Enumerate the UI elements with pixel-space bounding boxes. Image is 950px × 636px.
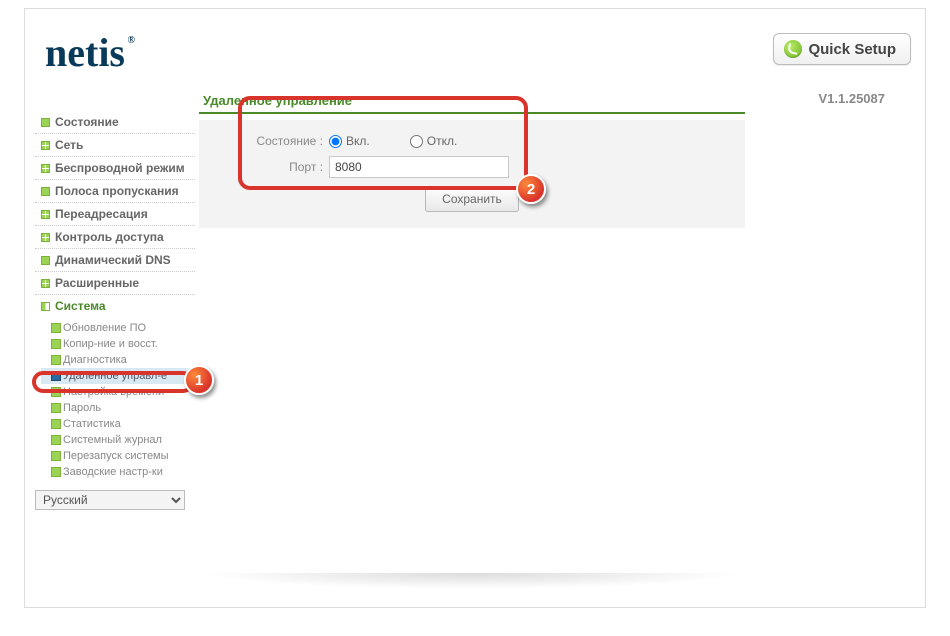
port-input[interactable]: [329, 156, 509, 178]
sidebar-sub-diagnostics[interactable]: Диагностика: [41, 352, 191, 368]
quick-setup-label: Quick Setup: [808, 41, 896, 58]
state-radio-off[interactable]: Откл.: [410, 134, 458, 148]
square-icon: [41, 302, 50, 311]
sidebar: Состояние Сеть Беспроводной режим Полоса…: [25, 87, 195, 607]
sidebar-item-advanced[interactable]: Расширенные: [35, 272, 195, 295]
sidebar-item-status[interactable]: Состояние: [35, 111, 195, 134]
form-area: Состояние : Вкл. Откл. Порт : Сохранить: [199, 120, 745, 228]
square-icon: [41, 164, 50, 173]
square-icon: [41, 210, 50, 219]
sidebar-sub-firmware[interactable]: Обновление ПО: [41, 320, 191, 336]
refresh-icon: [784, 40, 802, 58]
sidebar-sub-reboot[interactable]: Перезапуск системы: [41, 448, 191, 464]
square-icon: [41, 118, 50, 127]
square-icon: [41, 141, 50, 150]
sidebar-sub-stats[interactable]: Статистика: [41, 416, 191, 432]
sidebar-sub-factory[interactable]: Заводские настр-ки: [41, 464, 191, 480]
square-icon: [41, 233, 50, 242]
sidebar-item-system[interactable]: Система Обновление ПО Копир-ние и восст.…: [35, 295, 195, 484]
sidebar-sub-backup[interactable]: Копир-ние и восст.: [41, 336, 191, 352]
sidebar-item-forwarding[interactable]: Переадресация: [35, 203, 195, 226]
sidebar-item-access[interactable]: Контроль доступа: [35, 226, 195, 249]
panel-title: Удаленное управление: [199, 91, 745, 114]
sidebar-item-network[interactable]: Сеть: [35, 134, 195, 157]
sidebar-item-bandwidth[interactable]: Полоса пропускания: [35, 180, 195, 203]
sidebar-item-ddns[interactable]: Динамический DNS: [35, 249, 195, 272]
square-icon: [41, 256, 50, 265]
header: netis Quick Setup: [25, 9, 925, 79]
sidebar-sub-password[interactable]: Пароль: [41, 400, 191, 416]
radio-on-input[interactable]: [329, 135, 342, 148]
main-panel: Удаленное управление Состояние : Вкл. От…: [195, 87, 925, 607]
sidebar-sub-time[interactable]: Настройка времени: [41, 384, 191, 400]
shadow-decoration: [199, 573, 745, 589]
state-label: Состояние :: [209, 134, 329, 148]
sidebar-item-wireless[interactable]: Беспроводной режим: [35, 157, 195, 180]
sidebar-sub-remote[interactable]: Удаленное управл-е: [41, 368, 191, 384]
logo: netis: [45, 29, 125, 76]
square-icon: [41, 279, 50, 288]
language-select[interactable]: Русский: [35, 490, 185, 510]
port-label: Порт :: [209, 160, 329, 174]
save-button[interactable]: Сохранить: [425, 186, 519, 212]
square-icon: [41, 187, 50, 196]
quick-setup-button[interactable]: Quick Setup: [773, 33, 911, 65]
state-radio-on[interactable]: Вкл.: [329, 134, 370, 148]
sidebar-sub-syslog[interactable]: Системный журнал: [41, 432, 191, 448]
radio-off-input[interactable]: [410, 135, 423, 148]
